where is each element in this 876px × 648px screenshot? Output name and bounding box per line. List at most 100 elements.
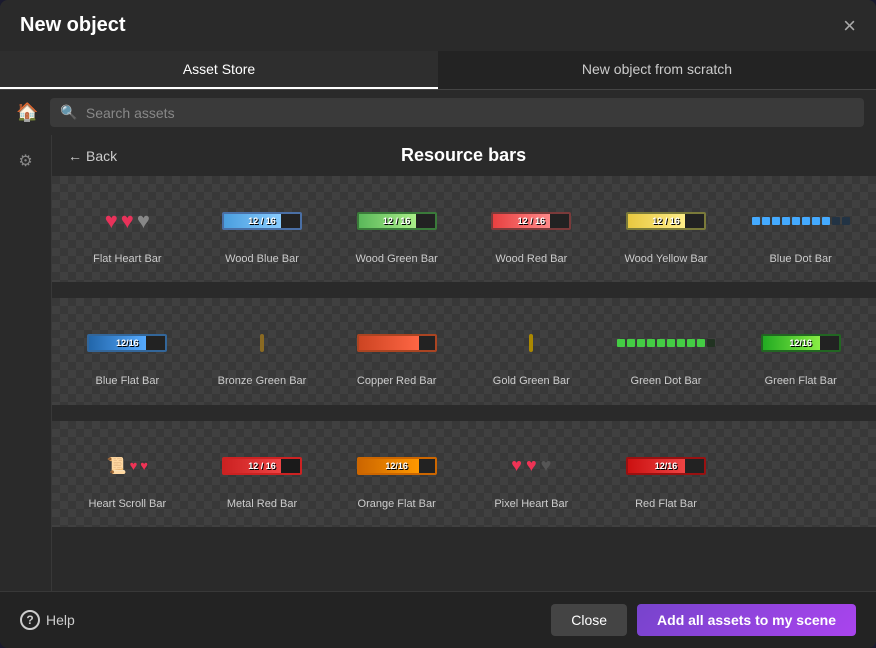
asset-item-bronze-green-bar[interactable]: Bronze Green Bar (195, 306, 330, 396)
asset-preview-wood-red-bar: 12 / 16 (491, 196, 571, 246)
asset-label-green-flat-bar: Green Flat Bar (765, 374, 837, 388)
asset-preview-heart-scroll-bar: 📜 ♥ ♥ (107, 441, 148, 491)
assets-grid-row3: 📜 ♥ ♥ Heart Scroll Bar (52, 421, 876, 527)
asset-label-green-dot-bar: Green Dot Bar (631, 374, 702, 388)
modal-header: New object × (0, 0, 876, 51)
search-icon: 🔍 (60, 104, 77, 121)
asset-label-flat-heart-bar: Flat Heart Bar (93, 252, 161, 266)
dot (647, 339, 655, 347)
asset-item-wood-green-bar[interactable]: 12 / 16 Wood Green Bar (329, 184, 464, 274)
asset-item-gold-green-bar[interactable]: Gold Green Bar (464, 306, 599, 396)
left-sidebar: ⚙ (0, 135, 52, 591)
asset-preview-metal-red-bar: 12 / 16 (222, 441, 302, 491)
dot (697, 339, 705, 347)
asset-preview-green-dot-bar (617, 318, 715, 368)
back-arrow-icon: ← (68, 148, 82, 164)
asset-label-wood-red-bar: Wood Red Bar (495, 252, 567, 266)
asset-preview-gold-green-bar (491, 318, 571, 368)
asset-label-gold-green-bar: Gold Green Bar (493, 374, 570, 388)
asset-preview-red-flat-bar: 12/16 (626, 441, 706, 491)
dot (617, 339, 625, 347)
asset-item-wood-blue-bar[interactable]: 12 / 16 Wood Blue Bar (195, 184, 330, 274)
dot (752, 217, 760, 225)
search-input-wrap: 🔍 (50, 98, 864, 127)
search-input[interactable] (86, 105, 854, 121)
modal-title: New object (20, 14, 126, 37)
asset-item-metal-red-bar[interactable]: 12 / 16 Metal Red Bar (195, 429, 330, 519)
help-circle-icon: ? (20, 610, 40, 630)
asset-item-pixel-heart-bar[interactable]: ♥ ♥ ♥ Pixel Heart Bar (464, 429, 599, 519)
dot (812, 217, 820, 225)
dot (832, 217, 840, 225)
pheart-full: ♥ (511, 455, 522, 476)
section-header: ← Back Resource bars (52, 135, 876, 176)
asset-preview-blue-flat-bar: 12/16 (87, 318, 167, 368)
dot (687, 339, 695, 347)
main-content: ← Back Resource bars ♥ ♥ ♥ (52, 135, 876, 591)
new-object-modal: New object × Asset Store New object from… (0, 0, 876, 648)
pheart-empty: ♥ (541, 455, 552, 476)
asset-item-heart-scroll-bar[interactable]: 📜 ♥ ♥ Heart Scroll Bar (60, 429, 195, 519)
assets-grid-inner-row1: ♥ ♥ ♥ Flat Heart Bar 12 (52, 176, 876, 282)
heart-empty-1: ♥ (137, 208, 150, 234)
tab-asset-store[interactable]: Asset Store (0, 51, 438, 89)
dot (707, 339, 715, 347)
asset-preview-pixel-heart-bar: ♥ ♥ ♥ (511, 441, 551, 491)
filter-icon[interactable]: ⚙ (12, 145, 38, 177)
asset-preview-blue-dot-bar (752, 196, 850, 246)
asset-preview-bronze-green-bar (222, 318, 302, 368)
dot (677, 339, 685, 347)
dot (782, 217, 790, 225)
asset-label-pixel-heart-bar: Pixel Heart Bar (494, 497, 568, 511)
asset-preview-wood-blue-bar: 12 / 16 (222, 196, 302, 246)
heart-full-1: ♥ (105, 208, 118, 234)
asset-item-wood-red-bar[interactable]: 12 / 16 Wood Red Bar (464, 184, 599, 274)
asset-item-red-flat-bar[interactable]: 12/16 Red Flat Bar (599, 429, 734, 519)
dot (842, 217, 850, 225)
asset-item-wood-yellow-bar[interactable]: 12 / 16 Wood Yellow Bar (599, 184, 734, 274)
pheart-full2: ♥ (526, 455, 537, 476)
asset-label-wood-blue-bar: Wood Blue Bar (225, 252, 299, 266)
dot (802, 217, 810, 225)
dot (772, 217, 780, 225)
dot (657, 339, 665, 347)
asset-label-heart-scroll-bar: Heart Scroll Bar (89, 497, 167, 511)
modal-footer: ? Help Close Add all assets to my scene (0, 591, 876, 648)
asset-item-blue-flat-bar[interactable]: 12/16 Blue Flat Bar (60, 306, 195, 396)
assets-grid-inner-row3: 📜 ♥ ♥ Heart Scroll Bar (52, 421, 876, 527)
asset-preview-orange-flat-bar: 12/16 (357, 441, 437, 491)
asset-label-wood-green-bar: Wood Green Bar (355, 252, 437, 266)
asset-item-green-dot-bar[interactable]: Green Dot Bar (599, 306, 734, 396)
asset-preview-green-flat-bar: 12/16 (761, 318, 841, 368)
close-button[interactable]: Close (551, 604, 627, 636)
small-heart-full2: ♥ (140, 458, 148, 473)
asset-item-green-flat-bar[interactable]: 12/16 Green Flat Bar (733, 306, 868, 396)
asset-preview-wood-green-bar: 12 / 16 (357, 196, 437, 246)
asset-item-orange-flat-bar[interactable]: 12/16 Orange Flat Bar (329, 429, 464, 519)
asset-label-metal-red-bar: Metal Red Bar (227, 497, 297, 511)
tabs-row: Asset Store New object from scratch (0, 51, 876, 90)
search-bar-row: 🏠 🔍 (0, 90, 876, 135)
asset-item-flat-heart-bar[interactable]: ♥ ♥ ♥ Flat Heart Bar (60, 184, 195, 274)
section-title: Resource bars (127, 145, 800, 166)
dot (637, 339, 645, 347)
asset-label-orange-flat-bar: Orange Flat Bar (358, 497, 436, 511)
asset-item-blue-dot-bar[interactable]: Blue Dot Bar (733, 184, 868, 274)
dot (627, 339, 635, 347)
asset-preview-copper-red-bar (357, 318, 437, 368)
modal-close-button[interactable]: × (843, 15, 856, 37)
asset-label-wood-yellow-bar: Wood Yellow Bar (625, 252, 708, 266)
dot (792, 217, 800, 225)
heart-full-2: ♥ (121, 208, 134, 234)
dot (822, 217, 830, 225)
footer-actions: Close Add all assets to my scene (551, 604, 856, 636)
small-heart-full: ♥ (130, 458, 138, 473)
back-button[interactable]: ← Back (68, 148, 117, 164)
asset-item-copper-red-bar[interactable]: Copper Red Bar (329, 306, 464, 396)
asset-label-copper-red-bar: Copper Red Bar (357, 374, 437, 388)
home-button[interactable]: 🏠 (12, 98, 42, 127)
tab-new-from-scratch[interactable]: New object from scratch (438, 51, 876, 89)
assets-grid-inner-row2: 12/16 Blue Flat Bar (52, 298, 876, 404)
add-all-assets-button[interactable]: Add all assets to my scene (637, 604, 856, 636)
help-button[interactable]: ? Help (20, 610, 75, 630)
